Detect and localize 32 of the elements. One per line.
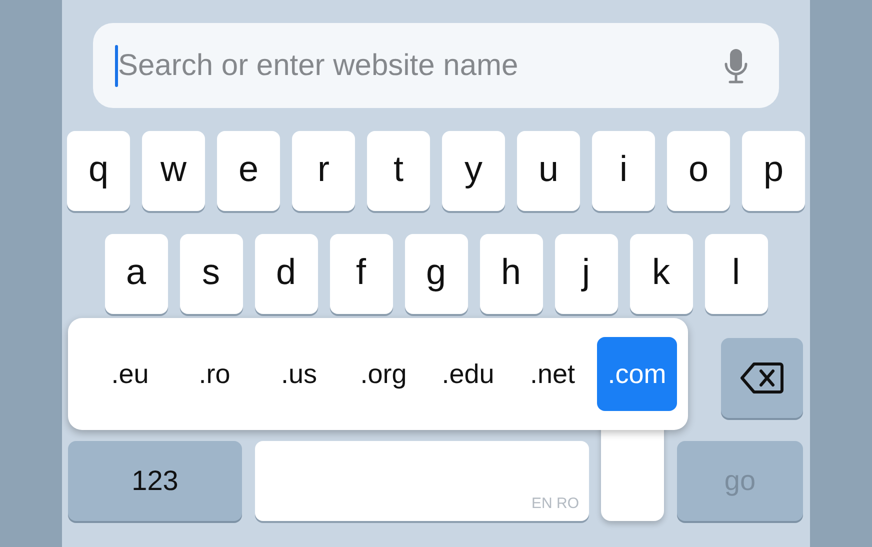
letter-key[interactable]: r — [292, 131, 355, 211]
backspace-key[interactable] — [721, 338, 803, 418]
domain-option[interactable]: .eu — [90, 337, 170, 411]
domain-option[interactable]: .org — [344, 337, 424, 411]
domain-option[interactable]: .com — [597, 337, 677, 411]
letter-key[interactable]: t — [367, 131, 430, 211]
letter-key[interactable]: i — [592, 131, 655, 211]
letter-key[interactable]: h — [480, 234, 542, 314]
letter-key[interactable]: k — [630, 234, 692, 314]
domain-option[interactable]: .edu — [428, 337, 508, 411]
letter-key[interactable]: a — [104, 234, 168, 314]
backspace-icon — [740, 362, 784, 394]
letter-key[interactable]: d — [254, 234, 318, 314]
domain-option[interactable]: .net — [512, 337, 592, 411]
letter-key[interactable]: o — [667, 131, 730, 211]
numbers-key[interactable]: 123 — [68, 441, 242, 521]
letter-key[interactable]: y — [442, 131, 505, 211]
letter-key[interactable]: f — [330, 234, 392, 314]
language-label: EN RO — [531, 494, 579, 514]
letter-key[interactable]: g — [404, 234, 468, 314]
domain-option[interactable]: .us — [259, 337, 339, 411]
letter-key[interactable]: q — [67, 131, 130, 211]
letter-key[interactable]: j — [554, 234, 618, 314]
letter-key[interactable]: p — [742, 131, 805, 211]
letter-key[interactable]: e — [217, 131, 280, 211]
letter-key[interactable]: l — [704, 234, 768, 314]
letter-key[interactable]: s — [180, 234, 242, 314]
letter-key[interactable]: u — [517, 131, 580, 211]
letter-key[interactable]: w — [142, 131, 205, 211]
domain-option[interactable]: .ro — [174, 337, 254, 411]
search-placeholder: Search or enter website name — [118, 48, 518, 84]
microphone-icon[interactable] — [723, 48, 749, 84]
